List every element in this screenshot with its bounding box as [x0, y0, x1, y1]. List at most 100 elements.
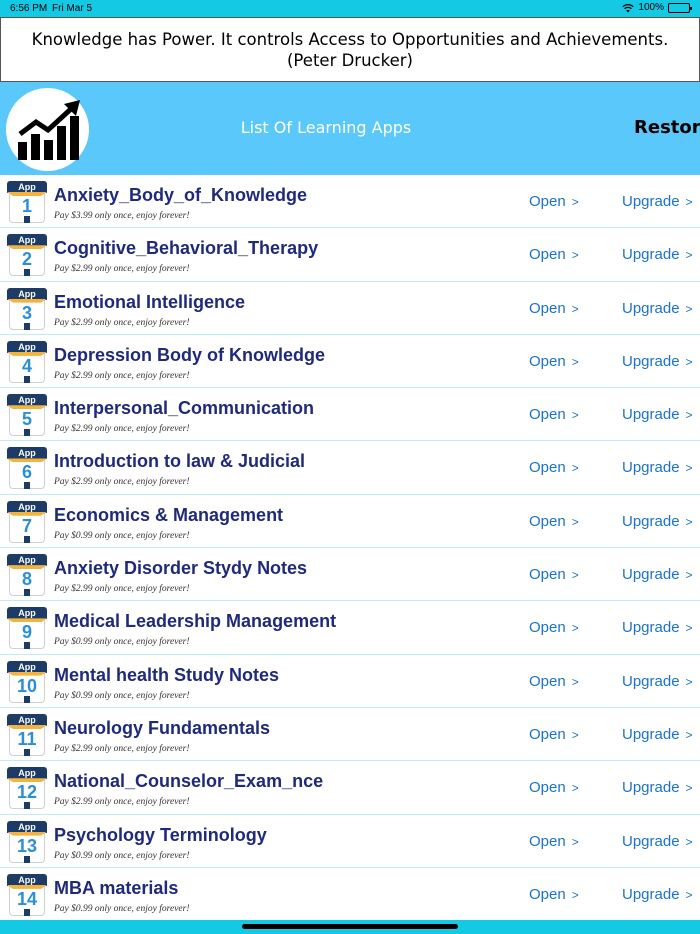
open-button[interactable]: Open > [529, 406, 579, 423]
app-price: Pay $0.99 only once, enjoy forever! [54, 903, 190, 914]
open-label: Open [529, 832, 566, 850]
upgrade-button[interactable]: Upgrade > [622, 779, 693, 796]
app-book-icon: App 2 [7, 234, 47, 277]
app-book-icon: App 12 [7, 767, 47, 810]
app-price: Pay $0.99 only once, enjoy forever! [54, 850, 190, 861]
app-badge-label: App [18, 608, 36, 619]
app-number: 8 [21, 569, 32, 590]
open-button[interactable]: Open > [529, 779, 579, 796]
chevron-right-icon: > [571, 834, 579, 849]
open-button[interactable]: Open > [529, 673, 579, 690]
app-price: Pay $0.99 only once, enjoy forever! [54, 637, 190, 648]
chevron-right-icon: > [571, 781, 579, 796]
app-number: 4 [21, 355, 32, 376]
open-button[interactable]: Open > [529, 459, 579, 476]
upgrade-button[interactable]: Upgrade > [622, 300, 693, 317]
app-name: Mental health Study Notes [54, 664, 280, 685]
battery-percent: 100% [638, 2, 664, 13]
quote-text: Knowledge has Power. It controls Access … [31, 29, 669, 49]
app-badge-label: App [18, 182, 36, 192]
open-button[interactable]: Open > [529, 886, 579, 903]
upgrade-button[interactable]: Upgrade > [622, 459, 693, 476]
app-row: App 9 Medical Leadership Management Pay … [0, 601, 700, 655]
app-name: National_Counselor_Exam_nce [54, 771, 324, 792]
app-name: Depression Body of Knowledge [54, 344, 326, 365]
app-badge-label: App [18, 768, 36, 779]
chevron-right-icon: > [571, 727, 579, 742]
app-number: 14 [16, 888, 38, 909]
upgrade-button[interactable]: Upgrade > [622, 193, 693, 210]
app-name: Medical Leadership Management [54, 611, 337, 632]
upgrade-label: Upgrade [622, 619, 680, 637]
open-button[interactable]: Open > [529, 513, 579, 530]
app-price: Pay $2.99 only once, enjoy forever! [54, 743, 190, 754]
chevron-right-icon: > [571, 514, 579, 529]
battery-icon [668, 2, 692, 13]
upgrade-label: Upgrade [622, 566, 680, 584]
app-book-icon: App 1 [7, 181, 47, 223]
app-name: Economics & Management [54, 504, 284, 525]
app-price: Pay $2.99 only once, enjoy forever! [54, 317, 190, 328]
wifi-icon [622, 3, 635, 13]
upgrade-button[interactable]: Upgrade > [622, 246, 693, 263]
chevron-right-icon: > [685, 354, 693, 369]
upgrade-button[interactable]: Upgrade > [622, 353, 693, 370]
status-date: Fri Mar 5 [52, 3, 92, 14]
app-book-icon: App 14 [7, 873, 47, 916]
app-name: Anxiety Disorder Stydy Notes [54, 558, 308, 579]
open-label: Open [529, 459, 566, 477]
open-button[interactable]: Open > [529, 833, 579, 850]
open-button[interactable]: Open > [529, 566, 579, 583]
app-row: App 13 Psychology Terminology Pay $0.99 … [0, 815, 700, 868]
app-price: Pay $2.99 only once, enjoy forever! [54, 264, 190, 275]
app-badge-label: App [18, 714, 36, 725]
upgrade-button[interactable]: Upgrade > [622, 833, 693, 850]
upgrade-button[interactable]: Upgrade > [622, 886, 693, 903]
open-button[interactable]: Open > [529, 300, 579, 317]
chevron-right-icon: > [685, 195, 693, 209]
app-price: Pay $2.99 only once, enjoy forever! [54, 797, 190, 808]
app-number: 12 [16, 782, 38, 803]
upgrade-label: Upgrade [622, 246, 680, 264]
app-number: 2 [21, 249, 32, 270]
open-button[interactable]: Open > [529, 726, 579, 743]
upgrade-button[interactable]: Upgrade > [622, 566, 693, 583]
app-name: MBA materials [54, 877, 179, 898]
open-button[interactable]: Open > [529, 193, 579, 210]
app-row: App 3 Emotional Intelligence Pay $2.99 o… [0, 282, 700, 335]
app-book-icon: App 13 [7, 820, 47, 863]
app-row: App 4 Depression Body of Knowledge Pay $… [0, 335, 700, 389]
app-badge-label: App [18, 874, 36, 885]
open-label: Open [529, 619, 566, 637]
bottom-bar [0, 920, 700, 934]
quote-box: Knowledge has Power. It controls Access … [0, 17, 700, 82]
app-badge-label: App [18, 395, 36, 406]
app-name: Psychology Terminology [54, 824, 267, 845]
app-row: App 5 Interpersonal_Communication Pay $2… [0, 388, 700, 442]
restore-button[interactable]: Restore [634, 117, 700, 138]
upgrade-button[interactable]: Upgrade > [622, 406, 693, 423]
app-badge-label: App [18, 341, 36, 352]
app-price: Pay $2.99 only once, enjoy forever! [54, 370, 190, 381]
app-row: App 1 Anxiety_Body_of_Knowledge Pay $3.9… [0, 175, 700, 229]
upgrade-button[interactable]: Upgrade > [622, 726, 693, 743]
open-button[interactable]: Open > [529, 619, 579, 636]
upgrade-button[interactable]: Upgrade > [622, 673, 693, 690]
upgrade-button[interactable]: Upgrade > [622, 513, 693, 530]
chevron-right-icon: > [685, 621, 693, 636]
open-button[interactable]: Open > [529, 246, 579, 263]
upgrade-label: Upgrade [622, 406, 680, 424]
chevron-right-icon: > [571, 248, 579, 263]
upgrade-label: Upgrade [622, 512, 680, 530]
open-label: Open [529, 352, 566, 370]
app-book-icon: App 8 [7, 554, 47, 597]
header: List Of Learning Apps Restore [0, 82, 700, 175]
upgrade-button[interactable]: Upgrade > [622, 619, 693, 636]
app-number: 9 [21, 622, 32, 643]
open-button[interactable]: Open > [529, 353, 579, 370]
chevron-right-icon: > [685, 514, 693, 529]
app-book-icon: App 11 [7, 713, 47, 756]
chevron-right-icon: > [685, 408, 693, 423]
home-indicator[interactable] [242, 924, 458, 929]
app-badge-label: App [18, 448, 36, 459]
